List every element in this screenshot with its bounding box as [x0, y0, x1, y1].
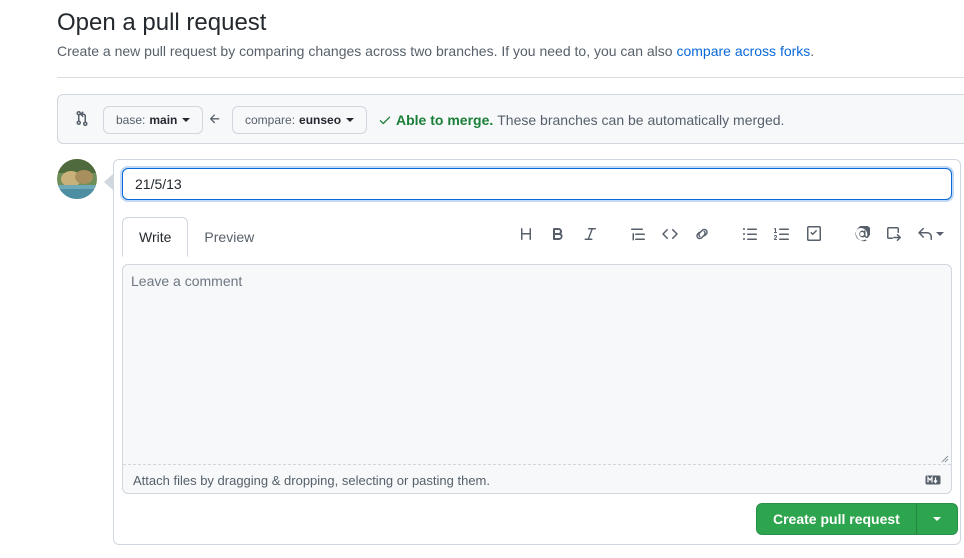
- tab-preview[interactable]: Preview: [188, 217, 270, 257]
- reply-icon[interactable]: [914, 222, 946, 246]
- chevron-down-icon: [182, 118, 191, 122]
- page-subtitle: Create a new pull request by comparing c…: [57, 43, 814, 59]
- compare-across-forks-link[interactable]: compare across forks: [676, 43, 810, 59]
- tab-write[interactable]: Write: [122, 217, 189, 257]
- code-icon[interactable]: [658, 222, 682, 246]
- title-input[interactable]: [122, 168, 952, 200]
- create-pull-request-button-group: Create pull request: [756, 503, 958, 535]
- avatar-image: [57, 159, 97, 199]
- compare-branch-selector[interactable]: compare: eunseo: [232, 106, 368, 134]
- editor-tabs: Write Preview: [122, 217, 270, 257]
- mention-icon[interactable]: [850, 222, 874, 246]
- check-icon: [379, 116, 391, 125]
- pull-request-form: Write Preview Attach files by dragging &…: [113, 159, 961, 545]
- link-icon[interactable]: [690, 222, 714, 246]
- merge-ok-text: Able to merge.: [396, 112, 494, 128]
- base-branch-name: main: [149, 113, 178, 127]
- compare-branches-icon: [76, 111, 88, 126]
- quote-icon[interactable]: [626, 222, 650, 246]
- avatar[interactable]: [57, 159, 97, 199]
- base-branch-selector[interactable]: base: main: [103, 106, 204, 134]
- branch-range-bar: base: main compare: eunseo Able to merge. …: [57, 94, 964, 144]
- subtitle-text: Create a new pull request by comparing c…: [57, 43, 673, 59]
- chevron-down-icon: [346, 118, 355, 122]
- file-attach-text[interactable]: Attach files by dragging & dropping, sel…: [133, 473, 490, 488]
- markdown-icon[interactable]: [925, 475, 941, 485]
- merge-status: Able to merge. These branches can be aut…: [378, 112, 784, 128]
- create-pull-request-button[interactable]: Create pull request: [757, 504, 917, 534]
- heading-icon[interactable]: [514, 222, 538, 246]
- comment-textarea[interactable]: [123, 265, 951, 465]
- resize-handle-icon[interactable]: [941, 455, 949, 463]
- task-list-icon[interactable]: [802, 222, 826, 246]
- arrow-left-icon: [209, 114, 220, 124]
- compare-branch-name: eunseo: [299, 113, 342, 127]
- ordered-list-icon[interactable]: [770, 222, 794, 246]
- compose-pointer: [104, 174, 113, 190]
- chevron-down-icon: [935, 232, 944, 236]
- subtitle-end: .: [810, 43, 815, 59]
- bold-icon[interactable]: [546, 222, 570, 246]
- compare-prefix: compare:: [245, 113, 296, 127]
- chevron-down-icon: [932, 517, 941, 521]
- merge-detail-text: These branches can be automatically merg…: [497, 112, 785, 128]
- create-options-dropdown[interactable]: [917, 504, 957, 534]
- comment-editor: Attach files by dragging & dropping, sel…: [122, 264, 952, 494]
- unordered-list-icon[interactable]: [738, 222, 762, 246]
- markdown-toolbar: [514, 222, 946, 246]
- page-title: Open a pull request: [57, 9, 267, 36]
- italic-icon[interactable]: [578, 222, 602, 246]
- header-divider: [57, 77, 964, 78]
- base-prefix: base:: [116, 113, 146, 127]
- cross-reference-icon[interactable]: [882, 222, 906, 246]
